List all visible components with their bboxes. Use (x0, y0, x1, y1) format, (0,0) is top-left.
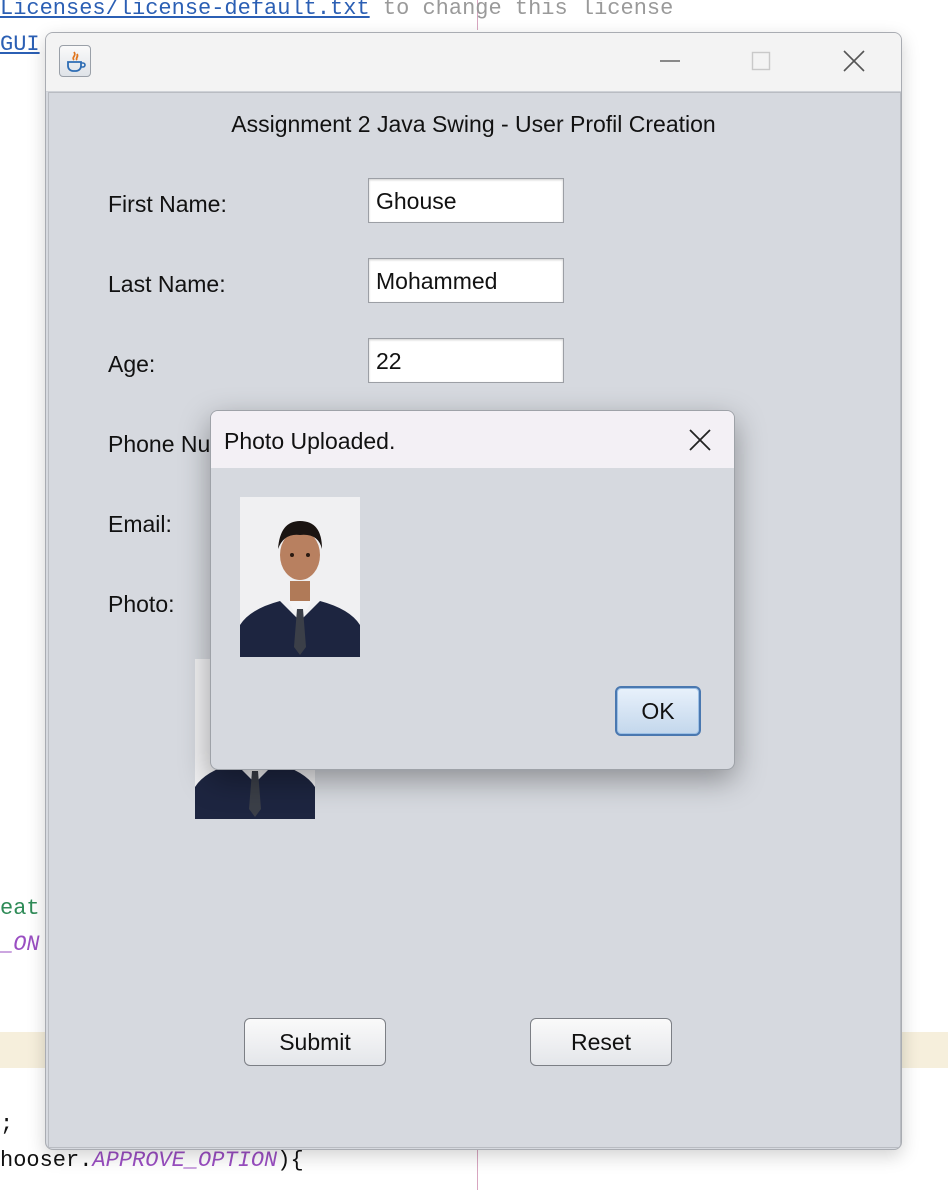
reset-button[interactable]: Reset (530, 1018, 672, 1066)
age-field[interactable]: 22 (368, 338, 564, 383)
close-button[interactable] (831, 43, 877, 79)
maximize-button[interactable] (738, 43, 784, 79)
phone-label: Phone Nu (108, 431, 211, 457)
minimize-icon (660, 60, 680, 62)
license-comment: to change this license (369, 0, 674, 21)
uploaded-photo-image (240, 497, 360, 657)
close-icon (843, 50, 865, 72)
age-label: Age: (108, 351, 156, 377)
photo-uploaded-dialog: Photo Uploaded. OK (210, 410, 735, 770)
editor-line-license: Licenses/license-default.txt to change t… (0, 0, 673, 22)
gui-link[interactable]: GUI (0, 32, 40, 57)
dialog-titlebar[interactable]: Photo Uploaded. (211, 411, 734, 468)
editor-fragment-on: _ON (0, 932, 40, 957)
editor-fragment-semicolon: ; (0, 1112, 14, 1137)
approve-option-constant: APPROVE_OPTION (92, 1148, 278, 1173)
ok-button[interactable]: OK (615, 686, 701, 736)
photo-label: Photo: (108, 591, 175, 617)
first-name-label: First Name: (108, 191, 227, 217)
dialog-title: Photo Uploaded. (224, 428, 396, 454)
indent-guide (477, 1148, 478, 1190)
editor-fragment-eat: eat (0, 896, 40, 921)
chooser-text: hooser. (0, 1148, 93, 1173)
minimize-button[interactable] (647, 43, 693, 79)
brace-text: ){ (277, 1148, 304, 1173)
java-cup-icon (59, 45, 91, 77)
editor-line-approve: hooser.APPROVE_OPTION){ (0, 1148, 304, 1174)
maximize-icon (751, 51, 771, 71)
last-name-label: Last Name: (108, 271, 226, 297)
submit-button[interactable]: Submit (244, 1018, 386, 1066)
first-name-field[interactable]: Ghouse (368, 178, 564, 223)
email-label: Email: (108, 511, 172, 537)
close-icon[interactable] (685, 425, 715, 455)
form-heading: Assignment 2 Java Swing - User Profil Cr… (231, 111, 716, 137)
editor-line-gui: GUI (0, 32, 40, 58)
last-name-field[interactable]: Mohammed (368, 258, 564, 303)
license-link[interactable]: Licenses/license-default.txt (0, 0, 370, 21)
window-titlebar[interactable] (46, 33, 901, 92)
